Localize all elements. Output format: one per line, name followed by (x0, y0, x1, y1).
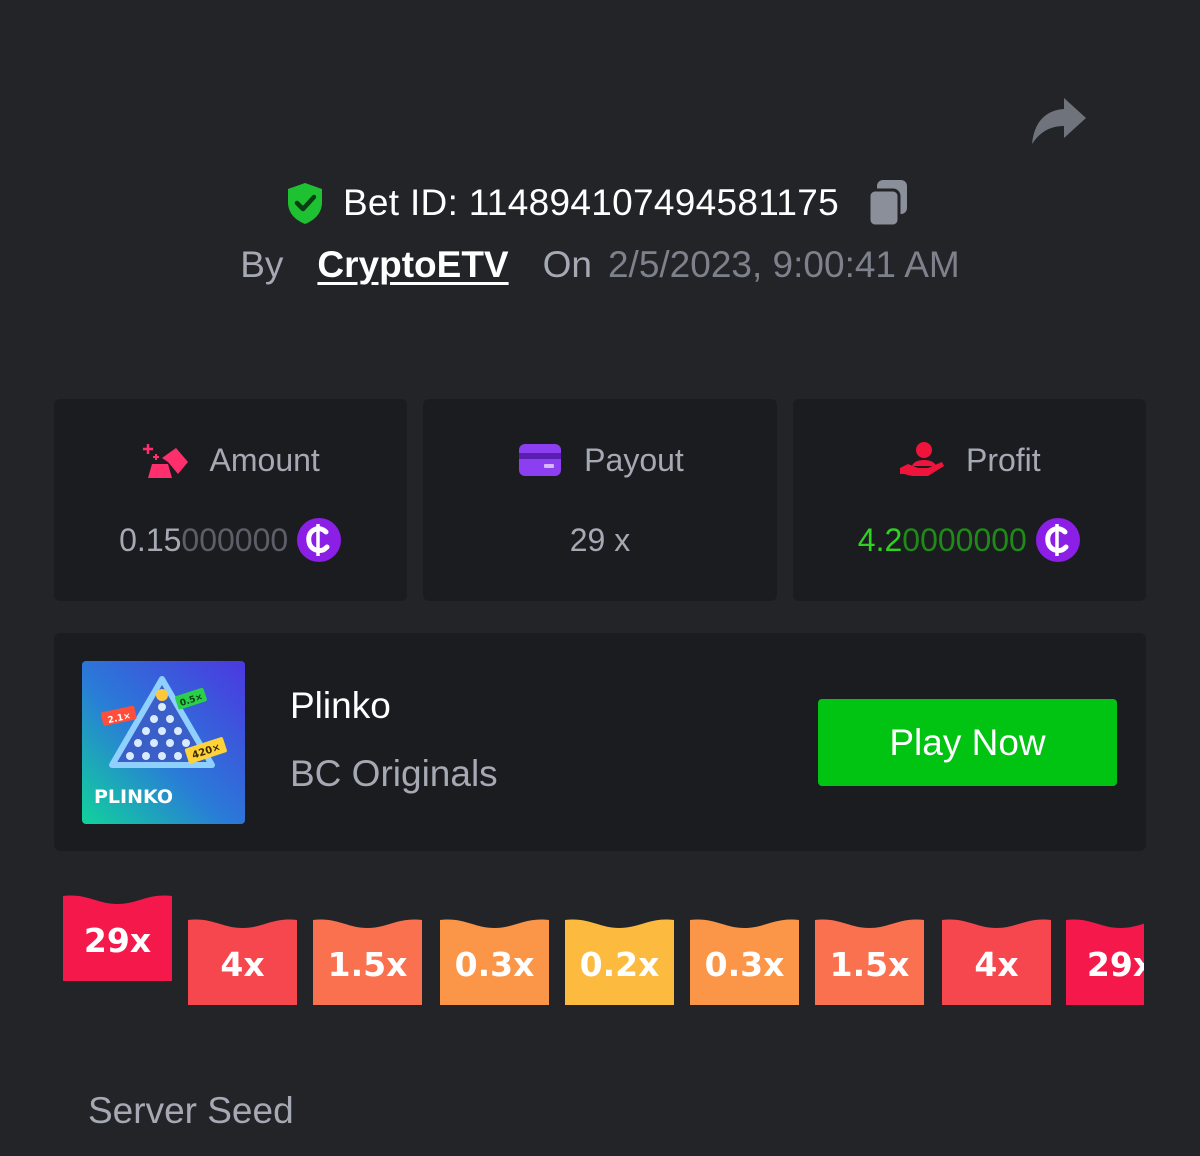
share-icon[interactable] (1028, 92, 1090, 150)
multiplier-label: 0.3x (454, 945, 535, 984)
multiplier-label: 0.2x (579, 945, 660, 984)
multiplier-bucket: 1.5x (815, 918, 924, 1005)
amount-icon (142, 444, 188, 478)
profit-card: Profit 4.2 0000000 (792, 399, 1146, 601)
game-card: 2.1× 0.5× 420× PLINKO Plinko BC Original… (54, 633, 1146, 851)
payout-value: 29 x (569, 521, 631, 558)
amount-value-main: 0.15 (119, 521, 182, 558)
multiplier-label: 29x (1086, 945, 1144, 984)
multiplier-label: 1.5x (829, 945, 910, 984)
shield-check-icon (287, 183, 322, 224)
amount-card: Amount 0.15 000000 (54, 399, 408, 601)
game-provider: BC Originals (290, 753, 498, 794)
multiplier-bucket: 29x (63, 894, 172, 981)
copy-icon[interactable] (865, 178, 911, 228)
author-row: By CryptoETV On 2/5/2023, 9:00:41 AM (0, 244, 1200, 300)
multiplier-bucket: 0.3x (690, 918, 799, 1005)
multiplier-row: 29x 4x 1.5x 0.3x 0.2x 0.3x 1.5x 4x 29x (0, 890, 1144, 1020)
server-seed-label: Server Seed (88, 1090, 294, 1131)
by-label: By (240, 244, 284, 285)
game-name[interactable]: Plinko (290, 685, 391, 727)
play-now-button[interactable]: Play Now (818, 699, 1117, 786)
multiplier-label: 4x (974, 945, 1019, 984)
plinko-thumbnail[interactable]: 2.1× 0.5× 420× PLINKO (82, 661, 245, 824)
card-icon (519, 444, 562, 476)
payout-card: Payout 29 x (423, 399, 777, 601)
bet-id-row: Bet ID: 114894107494581175 (0, 176, 1200, 230)
multiplier-bucket: 0.2x (565, 918, 674, 1005)
on-label: On (542, 244, 592, 285)
bet-details-page: Bet ID: 114894107494581175 By CryptoETV … (0, 0, 1200, 1156)
multiplier-bucket: 0.3x (440, 918, 549, 1005)
profit-title: Profit (965, 441, 1041, 478)
coin-icon (1035, 518, 1080, 562)
bet-stats: Amount 0.15 000000 Payout 29 x Profit 4.… (54, 399, 1146, 601)
multiplier-label: 0.3x (704, 945, 785, 984)
multiplier-bucket: 4x (188, 918, 297, 1005)
bet-id-text: Bet ID: 114894107494581175 (342, 182, 840, 223)
thumb-title: PLINKO (94, 786, 173, 808)
amount-title: Amount (209, 441, 320, 478)
coin-icon (297, 518, 342, 562)
multiplier-label: 4x (220, 945, 265, 984)
multiplier-bucket: 29x (1066, 918, 1144, 1005)
payout-title: Payout (584, 441, 684, 478)
multiplier-label: 29x (83, 921, 152, 960)
multiplier-bucket: 4x (942, 918, 1051, 1005)
multiplier-bucket: 1.5x (313, 918, 422, 1005)
username-link[interactable]: CryptoETV (317, 244, 508, 286)
multiplier-label: 1.5x (327, 945, 408, 984)
profit-hand-icon (899, 442, 944, 476)
bet-datetime: 2/5/2023, 9:00:41 AM (607, 244, 960, 285)
profit-value-dim: 0000000 (902, 521, 1027, 558)
amount-value-dim: 000000 (181, 521, 289, 558)
profit-value-main: 4.2 (857, 521, 903, 558)
